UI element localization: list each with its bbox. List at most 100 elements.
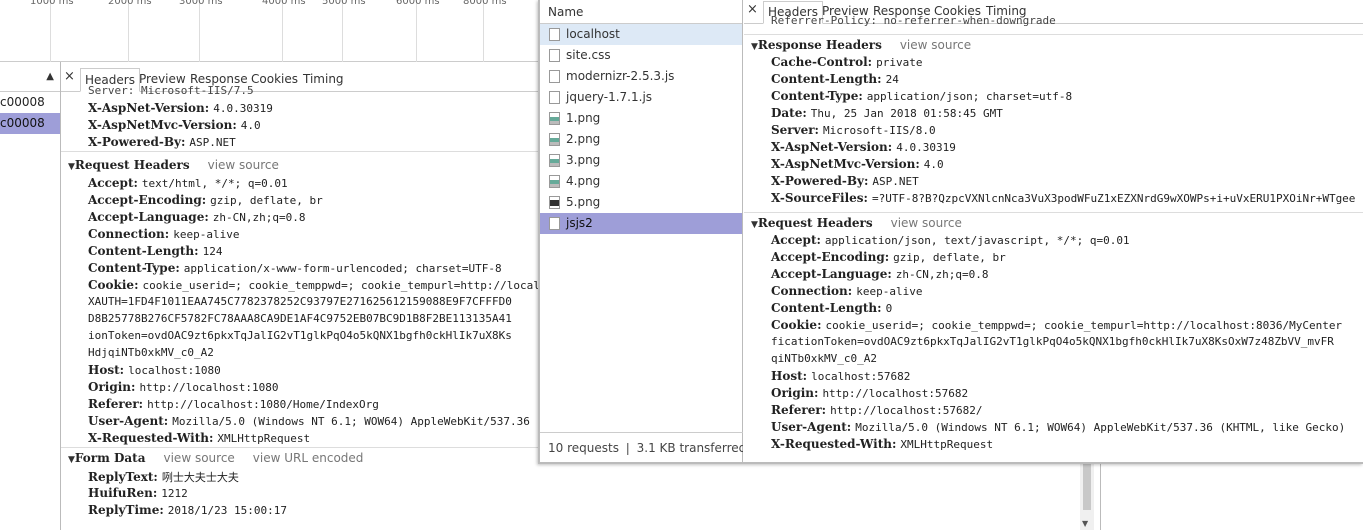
header-key: Content-Length: [88,244,199,258]
header-row: Accept-Language: zh-CN,zh;q=0.8 [88,210,305,224]
header-value-continuation: XAUTH=1FD4F1011EAA745C7782378252C93797E2… [88,295,512,308]
header-value: 4.0.30319 [896,141,956,154]
view-source-link[interactable]: view source [891,216,962,230]
list-item[interactable]: c00008 [0,92,60,113]
scrollbar-thumb[interactable] [1083,464,1091,510]
header-value: private [876,56,923,69]
header-key: Accept-Encoding: [771,250,890,264]
request-headers-section[interactable]: ▼Request Headers view source [751,216,962,230]
timeline-gridline [483,0,484,62]
document-icon [549,217,560,230]
header-value: http://localhost:57682/ [830,404,983,417]
side-pane [1100,464,1363,530]
request-name: modernizr-2.5.3.js [566,69,675,83]
timeline-gridline [282,0,283,62]
header-row: Connection: keep-alive [88,227,239,241]
header-row: Accept: application/json, text/javascript… [771,233,1130,247]
timeline-label: 5000 ms [322,0,366,7]
header-row: Origin: http://localhost:1080 [88,380,279,394]
vertical-scrollbar[interactable]: ▼ [1080,464,1094,530]
header-row: Host: localhost:1080 [88,363,221,377]
header-value: http://localhost:1080/Home/IndexOrg [147,398,379,411]
request-row[interactable]: 5.png [540,192,742,213]
request-row[interactable]: site.css [540,45,742,66]
header-row: X-AspNetMvc-Version: 4.0 [88,118,261,132]
header-row: Accept: text/html, */*; q=0.01 [88,176,288,190]
header-row: X-SourceFiles: =?UTF-8?B?QzpcVXNlcnNca3Vu… [771,191,1355,205]
header-row: Host: localhost:57682 [771,369,910,383]
header-row: X-AspNet-Version: 4.0.30319 [771,140,956,154]
request-row[interactable]: jsjs2 [540,213,742,234]
header-value: Microsoft-IIS/8.0 [822,124,936,137]
request-name: jsjs2 [566,216,593,230]
request-row[interactable]: modernizr-2.5.3.js [540,66,742,87]
header-value: XMLHttpRequest [217,432,311,445]
image-file-icon [549,154,560,167]
form-data-section[interactable]: ▼Form Data view source view URL encoded [68,451,363,465]
request-name: jquery-1.7.1.js [566,90,653,104]
header-key: Host: [88,363,125,377]
header-key: User-Agent: [771,420,852,434]
list-item[interactable]: c00008 [0,113,60,134]
header-value: keep-alive [173,228,240,241]
collapse-triangle-icon[interactable]: ▼ [751,42,758,52]
collapse-triangle-icon[interactable]: ▼ [68,455,75,465]
timeline-label: 4000 ms [262,0,306,7]
header-row: X-AspNetMvc-Version: 4.0 [771,157,944,171]
view-source-link[interactable]: view source [208,158,279,172]
request-headers-section[interactable]: ▼Request Headers view source [68,158,279,172]
view-url-encoded-link[interactable]: view URL encoded [253,451,364,465]
close-icon[interactable]: × [747,2,758,17]
header-row: Origin: http://localhost:57682 [771,386,968,400]
header-row: Connection: keep-alive [771,284,922,298]
header-key: ReplyTime: [88,503,164,517]
header-value: 0 [885,302,893,315]
header-key: Content-Type: [771,89,863,103]
document-icon [549,70,560,83]
back-list-header[interactable]: ▲ [0,62,60,92]
request-row[interactable]: 3.png [540,150,742,171]
header-key: Host: [771,369,808,383]
tab-timing[interactable]: Timing [299,68,348,92]
header-value-continuation: qiNTb0xkMV_c0_A2 [771,352,877,365]
header-key: Accept-Encoding: [88,193,207,207]
header-key: Accept-Language: [771,267,892,281]
close-icon[interactable]: × [64,69,75,84]
request-row[interactable]: jquery-1.7.1.js [540,87,742,108]
header-key: Referer: [771,403,827,417]
request-row[interactable]: 4.png [540,171,742,192]
header-key: Cache-Control: [771,55,873,69]
request-row[interactable]: 2.png [540,129,742,150]
view-source-link[interactable]: view source [164,451,235,465]
header-row: X-Powered-By: ASP.NET [88,135,236,149]
header-key: X-Powered-By: [88,135,186,149]
collapse-triangle-icon[interactable]: ▼ [68,162,75,172]
collapse-triangle-icon[interactable]: ▼ [751,220,758,230]
header-value: =?UTF-8?B?QzpcVXNlcnNca3VuX3podWFuZ1xEZX… [871,192,1356,205]
header-value: http://localhost:57682 [822,387,969,400]
tab-cookies[interactable]: Cookies [247,68,302,92]
header-key: X-AspNet-Version: [88,101,210,115]
scroll-down-arrow-icon[interactable]: ▼ [1082,519,1088,528]
header-key: Date: [771,106,807,120]
header-key: Content-Type: [88,261,180,275]
header-value: 4.0 [923,158,944,171]
header-key: ReplyText: [88,470,158,484]
request-name: 2.png [566,132,601,146]
timeline-gridline [342,0,343,62]
header-value-continuation: HdjqiNTb0xkMV_c0_A2 [88,346,214,359]
request-row[interactable]: 1.png [540,108,742,129]
request-row[interactable]: localhost [540,24,742,45]
header-row: X-AspNet-Version: 4.0.30319 [88,101,273,115]
header-key: Origin: [88,380,136,394]
response-headers-section[interactable]: ▼Response Headers view source [751,38,971,52]
document-icon [549,49,560,62]
header-row: Cache-Control: private [771,55,922,69]
header-row: X-Requested-With: XMLHttpRequest [771,437,993,451]
view-source-link[interactable]: view source [900,38,971,52]
name-column-header[interactable]: Name [540,0,742,24]
header-value: zh-CN,zh;q=0.8 [212,211,306,224]
request-name: 5.png [566,195,601,209]
header-key: Content-Length: [771,301,882,315]
sort-ascending-icon[interactable]: ▲ [46,71,54,82]
